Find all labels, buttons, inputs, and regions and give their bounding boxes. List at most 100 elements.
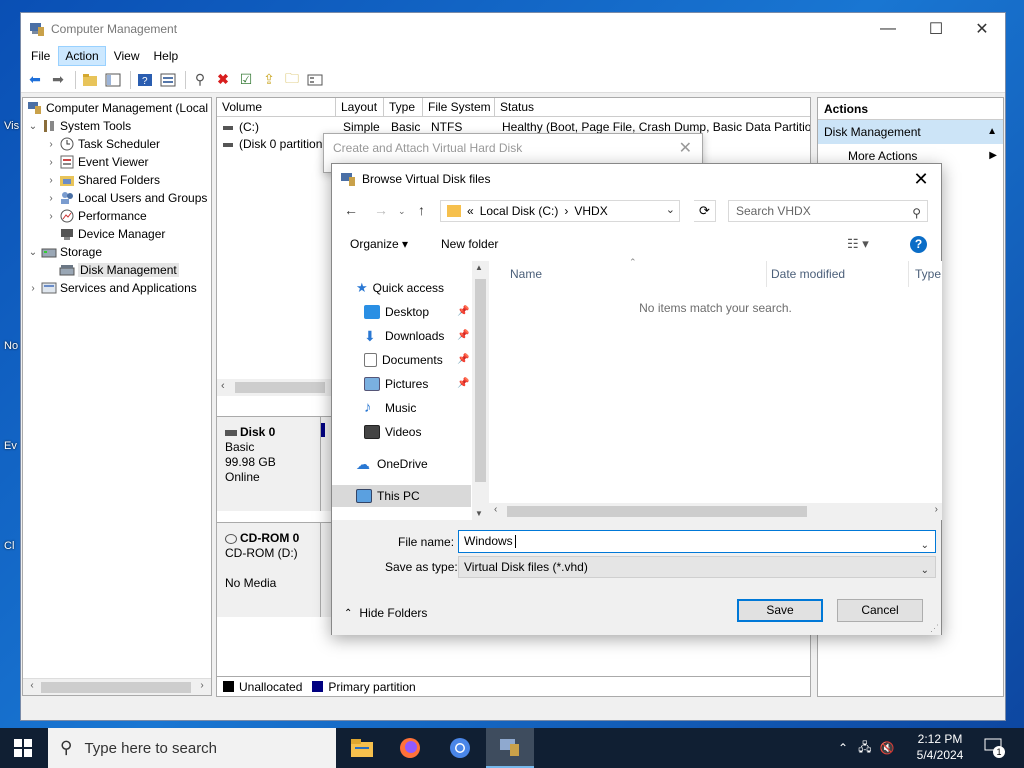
maximize-button[interactable]: ☐ (913, 13, 959, 45)
actions-section-disk-management[interactable]: Disk Management ▲ (818, 120, 1003, 144)
back-icon[interactable]: ⬅ (25, 70, 45, 90)
expand-chevron-icon[interactable]: › (45, 139, 57, 150)
close-button[interactable]: ✕ (959, 13, 1005, 45)
column-type[interactable]: Type (909, 261, 942, 287)
help-icon[interactable]: ? (135, 70, 155, 90)
scroll-thumb[interactable] (475, 279, 486, 482)
computer-management-taskbar-icon[interactable] (486, 728, 534, 768)
tree-disk-management[interactable]: Disk Management (57, 261, 179, 279)
file-name-input[interactable]: Windows ⌄ (458, 530, 936, 553)
tree-storage[interactable]: ⌄ Storage (27, 243, 102, 261)
cancel-button[interactable]: Cancel (837, 599, 923, 622)
back-arrow-icon[interactable]: ← (344, 202, 358, 218)
nav-quick-access[interactable]: ★ Quick access (356, 277, 471, 299)
scroll-thumb[interactable] (235, 382, 325, 393)
expand-chevron-icon[interactable]: › (45, 211, 57, 222)
scroll-up-icon[interactable]: ▲ (475, 263, 483, 272)
save-type-select[interactable]: Virtual Disk files (*.vhd) ⌄ (458, 556, 936, 578)
export-icon[interactable]: ⇪ (259, 70, 279, 90)
show-hidden-icons-icon[interactable]: ⌃ (838, 741, 848, 755)
tree-event-viewer[interactable]: › Event Viewer (45, 153, 148, 171)
scroll-right-icon[interactable]: › (195, 680, 209, 691)
tree-performance[interactable]: › Performance (45, 207, 146, 225)
new-folder-button[interactable]: New folder (441, 237, 498, 251)
taskbar-search-box[interactable]: ⚲ Type here to search (48, 728, 336, 768)
navigation-scrollbar[interactable]: ▲ ▼ (472, 261, 489, 520)
nav-music[interactable]: ♪ Music (364, 397, 471, 419)
collapse-chevron-icon[interactable]: ⌄ (27, 247, 39, 258)
help-icon[interactable]: ? (910, 236, 927, 253)
collapse-arrow-icon[interactable]: ▲ (987, 120, 997, 144)
breadcrumb-separator[interactable]: › (564, 204, 568, 218)
file-explorer-icon[interactable] (338, 728, 386, 768)
nav-downloads[interactable]: ⬇ Downloads 📌 (364, 325, 471, 347)
pin-icon[interactable]: 📌 (457, 301, 469, 323)
open-icon[interactable]: 🗀 (282, 70, 302, 90)
save-button[interactable]: Save (737, 599, 823, 622)
chromium-icon[interactable] (436, 728, 484, 768)
menu-action[interactable]: Action (58, 46, 106, 66)
tree-shared-folders[interactable]: › Shared Folders (45, 171, 160, 189)
hide-folders-button[interactable]: ⌃ Hide Folders (344, 606, 427, 620)
scroll-right-icon[interactable]: › (935, 504, 938, 515)
nav-desktop[interactable]: Desktop 📌 (364, 301, 471, 323)
checklist-icon[interactable]: ☑ (236, 70, 256, 90)
forward-icon[interactable]: ➡ (48, 70, 68, 90)
show-hide-tree-icon[interactable] (103, 70, 123, 90)
refresh-icon[interactable]: ⟳ (694, 200, 716, 222)
scroll-left-icon[interactable]: ‹ (221, 380, 225, 392)
tree-task-scheduler[interactable]: › Task Scheduler (45, 135, 160, 153)
column-date-modified[interactable]: Date modified (767, 261, 909, 287)
address-bar[interactable]: « Local Disk (C:) › VHDX ⌄ (440, 200, 680, 222)
notification-center-icon[interactable]: 1 (984, 738, 1005, 758)
tree-device-manager[interactable]: Device Manager (57, 225, 165, 243)
pin-icon[interactable]: 📌 (457, 373, 469, 395)
resize-grip-icon[interactable]: ⋰ (930, 623, 939, 634)
breadcrumb-overflow[interactable]: « (467, 204, 474, 218)
close-icon[interactable]: ✕ (909, 167, 933, 191)
scroll-down-icon[interactable]: ▼ (475, 509, 483, 518)
volume-muted-icon[interactable]: 🔇 (879, 741, 894, 755)
menu-help[interactable]: Help (148, 47, 185, 65)
view-options-icon[interactable]: ☷ ▾ (847, 236, 869, 252)
column-volume[interactable]: Volume (217, 98, 336, 117)
nav-this-pc[interactable]: This PC (332, 485, 471, 507)
delete-icon[interactable]: ✖ (213, 70, 233, 90)
expand-chevron-icon[interactable]: › (45, 193, 57, 204)
nav-documents[interactable]: Documents 📌 (364, 349, 471, 371)
search-input[interactable]: Search VHDX ⚲ (728, 200, 928, 222)
expand-chevron-icon[interactable]: › (27, 283, 39, 294)
view-icon[interactable] (305, 70, 325, 90)
scroll-left-icon[interactable]: ‹ (25, 680, 39, 691)
horizontal-scrollbar[interactable]: ‹ › (23, 678, 211, 695)
breadcrumb-local-disk[interactable]: Local Disk (C:) (480, 204, 559, 218)
file-list-scrollbar[interactable]: ‹ › (489, 503, 942, 520)
minimize-button[interactable]: — (865, 13, 911, 45)
up-arrow-icon[interactable]: ↑ (418, 202, 425, 218)
firefox-icon[interactable] (386, 728, 434, 768)
organize-button[interactable]: Organize ▾ (350, 237, 408, 251)
column-type[interactable]: Type (384, 98, 423, 117)
windows-start-icon[interactable] (14, 739, 32, 760)
connect-icon[interactable]: ⚲ (190, 70, 210, 90)
address-dropdown-icon[interactable]: ⌄ (666, 203, 675, 216)
forward-arrow-icon[interactable]: → (374, 202, 388, 218)
column-file-system[interactable]: File System (423, 98, 495, 117)
close-icon[interactable]: ✕ (679, 138, 692, 158)
network-icon[interactable]: 🖧 (858, 738, 871, 759)
expand-chevron-icon[interactable]: › (45, 157, 57, 168)
tree-services-applications[interactable]: › Services and Applications (27, 279, 196, 297)
expand-chevron-icon[interactable]: › (45, 175, 57, 186)
up-folder-icon[interactable] (80, 70, 100, 90)
clock[interactable]: 2:12 PM 5/4/2024 (910, 731, 970, 763)
recent-locations-icon[interactable]: ⌄ (398, 206, 406, 217)
scroll-thumb[interactable] (41, 682, 191, 693)
nav-onedrive[interactable]: ☁ OneDrive (356, 453, 471, 475)
column-layout[interactable]: Layout (336, 98, 384, 117)
pin-icon[interactable]: 📌 (457, 325, 469, 347)
chevron-down-icon[interactable]: ⌄ (921, 535, 929, 556)
nav-videos[interactable]: Videos (364, 421, 471, 443)
menu-view[interactable]: View (108, 47, 146, 65)
pin-icon[interactable]: 📌 (457, 349, 469, 371)
scroll-left-icon[interactable]: ‹ (494, 504, 497, 515)
